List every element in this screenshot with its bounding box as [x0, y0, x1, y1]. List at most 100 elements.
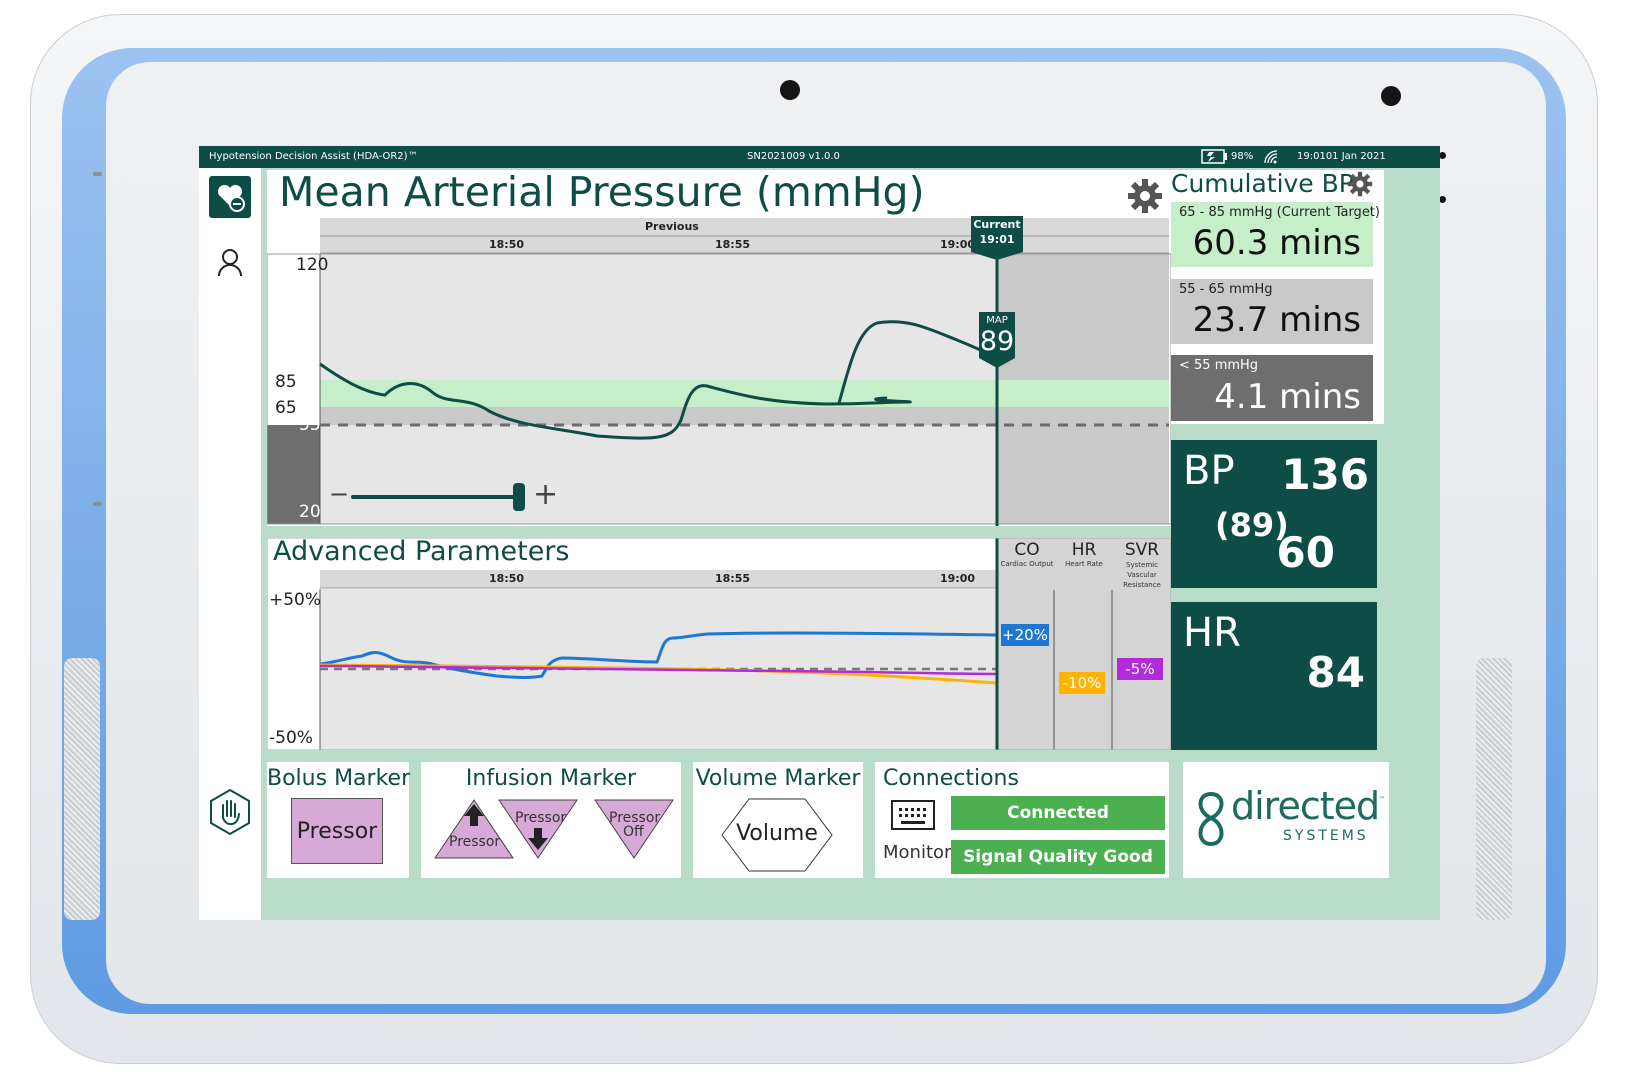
range-duration: 4.1 mins	[1214, 377, 1361, 417]
brand-sub: SYSTEMS	[1283, 828, 1369, 844]
brand-trademark: ™	[1379, 796, 1385, 803]
zoom-track[interactable]	[351, 495, 521, 499]
y-tick: +50%	[269, 590, 322, 610]
time-tick: 18:55	[715, 572, 751, 585]
advanced-parameters-panel: Advanced Parameters 18:50 18:55 19:00 +5…	[267, 536, 1171, 750]
co-change-badge: +20%	[1001, 624, 1049, 646]
user-profile-icon[interactable]	[216, 248, 244, 282]
battery-icon	[1201, 149, 1227, 167]
connection-status[interactable]: Connected	[951, 796, 1165, 830]
y-tick: -50%	[269, 728, 313, 748]
app-name: Hypotension Decision Assist (HDA-OR2)™	[209, 151, 418, 162]
infusion-marker-panel: Infusion Marker Pressor Pressor Pressor …	[421, 762, 681, 878]
zoom-out-button[interactable]: −	[329, 480, 349, 508]
zoom-in-button[interactable]: +	[533, 477, 558, 512]
current-time: 19:01	[979, 233, 1015, 246]
right-speaker	[1476, 658, 1512, 920]
map-title: Mean Arterial Pressure (mmHg)	[279, 168, 925, 216]
app-screen: Hypotension Decision Assist (HDA-OR2)™ S…	[199, 146, 1440, 920]
infusion-pressor-off-button[interactable]: Pressor Off	[593, 798, 675, 860]
y-tick: 85	[275, 372, 297, 392]
wifi-icon	[1263, 149, 1281, 167]
connections-title: Connections	[883, 766, 1019, 791]
bp-diastolic: 60	[1276, 528, 1335, 577]
volume-title: Volume Marker	[695, 766, 861, 791]
map-panel: Mean Arterial Pressure (mmHg) Previous 1…	[266, 168, 1172, 526]
bp-panel: BP 136 (89) 60	[1171, 440, 1377, 588]
time-tick: 19:00	[940, 238, 976, 251]
indicator-light-icon	[1439, 196, 1446, 203]
time-tick: 19:00	[940, 572, 976, 585]
signal-quality-status: Signal Quality Good	[951, 840, 1165, 874]
y-tick: 55	[299, 415, 321, 435]
directed-systems-logo-icon	[1193, 790, 1229, 852]
serial-number: SN2021009 v1.0.0	[747, 151, 840, 162]
cumulative-settings-gear-icon[interactable]	[1347, 171, 1373, 201]
brand-panel: directed ™ SYSTEMS	[1183, 762, 1389, 878]
range-label: 65 - 85 mmHg (Current Target)	[1179, 205, 1380, 220]
map-value-badge: MAP 89	[979, 312, 1015, 368]
side-button[interactable]	[93, 172, 102, 176]
previous-label: Previous	[645, 220, 699, 233]
infusion-up-label: Pressor	[449, 834, 501, 850]
svr-header[interactable]: SVR Systemic Vascular Resistance	[1113, 540, 1171, 590]
hand-stop-icon[interactable]	[208, 788, 252, 840]
bp-label: BP	[1183, 448, 1235, 494]
datetime: 19:0101 Jan 2021	[1297, 151, 1386, 162]
hr-value: 84	[1306, 648, 1365, 697]
status-bar: Hypotension Decision Assist (HDA-OR2)™ S…	[199, 146, 1440, 168]
volume-marker-panel: Volume Marker Volume	[693, 762, 863, 878]
hr-change-badge: -10%	[1059, 672, 1105, 694]
svr-full: Systemic Vascular Resistance	[1123, 561, 1161, 589]
cumulative-row-critical: < 55 mmHg 4.1 mins	[1171, 355, 1373, 421]
volume-label: Volume	[736, 821, 818, 846]
battery-level: 98%	[1231, 151, 1254, 162]
range-duration: 23.7 mins	[1192, 300, 1361, 340]
bp-systolic: 136	[1281, 450, 1369, 499]
bolus-pressor-button[interactable]: Pressor	[291, 798, 383, 864]
infusion-off-label-2: Off	[623, 824, 644, 840]
map-badge-value: 89	[979, 326, 1015, 357]
time-tick: 18:50	[489, 238, 525, 251]
y-tick: 120	[296, 255, 329, 275]
side-button[interactable]	[93, 502, 102, 506]
settings-gear-icon[interactable]	[1127, 178, 1163, 218]
brand-name: directed	[1231, 784, 1380, 828]
bolus-pressor-label: Pressor	[296, 818, 378, 844]
bolus-marker-panel: Bolus Marker Pressor	[267, 762, 411, 878]
co-full: Cardiac Output	[1000, 560, 1054, 568]
indicator-light-icon	[1439, 152, 1446, 159]
hr-header[interactable]: HR Heart Rate	[1056, 540, 1112, 568]
infusion-down-label: Pressor	[515, 810, 567, 826]
svr-abbr: SVR	[1124, 540, 1160, 560]
bolus-title: Bolus Marker	[267, 766, 411, 791]
heart-pill-app-icon[interactable]	[209, 176, 251, 218]
hr-panel: HR 84	[1171, 602, 1377, 750]
current-time-flag: Current 19:01	[971, 216, 1023, 260]
map-chart: Previous 18:50 18:55 19:00 120 85 65 55 …	[266, 216, 1172, 526]
infusion-pressor-down-button[interactable]: Pressor	[497, 798, 579, 860]
co-header[interactable]: CO Cardiac Output	[999, 540, 1055, 568]
cumulative-row-low: 55 - 65 mmHg 23.7 mins	[1171, 279, 1373, 344]
hr-full: Heart Rate	[1065, 560, 1103, 568]
left-speaker	[64, 658, 100, 920]
zoom-slider[interactable]: − +	[327, 477, 567, 512]
time-tick: 18:50	[489, 572, 525, 585]
volume-button[interactable]: Volume	[721, 798, 833, 872]
left-nav	[199, 168, 261, 920]
zoom-handle[interactable]	[513, 483, 525, 511]
cumulative-row-target: 65 - 85 mmHg (Current Target) 60.3 mins	[1171, 202, 1380, 267]
range-duration: 60.3 mins	[1192, 223, 1361, 263]
range-label: 55 - 65 mmHg	[1179, 282, 1273, 297]
connections-panel: Connections Monitor Connected Signal Qua…	[875, 762, 1169, 878]
svr-change-badge: -5%	[1117, 658, 1163, 680]
y-tick: 65	[275, 398, 297, 418]
monitor-label: Monitor	[883, 842, 952, 863]
sensor-icon	[1381, 86, 1401, 106]
y-tick: 20	[299, 502, 321, 522]
co-abbr: CO	[1014, 540, 1040, 560]
range-label: < 55 mmHg	[1179, 358, 1259, 373]
cumulative-bp-panel: Cumulative BP 65 - 85 mmHg (Current Targ…	[1171, 169, 1384, 424]
cumulative-title: Cumulative BP	[1171, 169, 1354, 198]
hr-abbr: HR	[1071, 540, 1097, 560]
